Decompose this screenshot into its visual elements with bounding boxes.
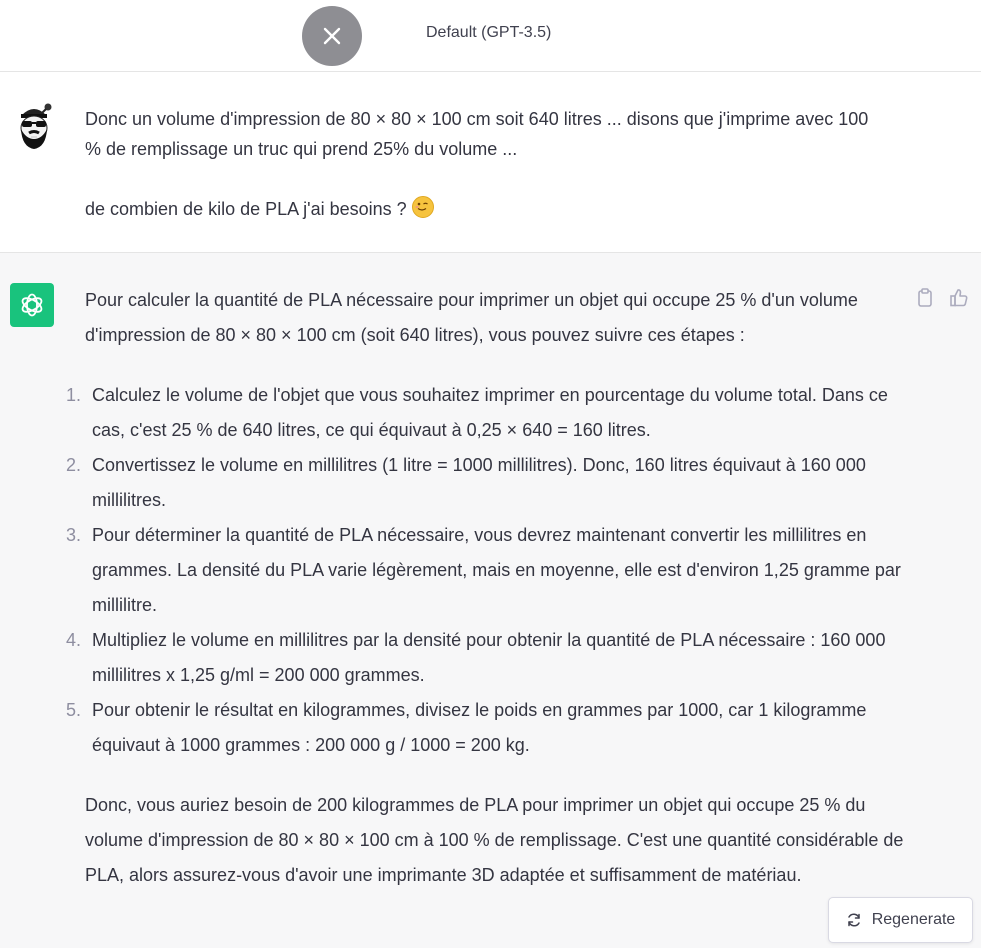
list-item-number: 5. [66, 700, 82, 720]
steps-list: 1. Calculez le volume de l'objet que vous… [66, 378, 905, 763]
list-item-text: Pour déterminer la quantité de PLA néces… [92, 525, 901, 615]
list-item: 5. Pour obtenir le résultat en kilogramme… [66, 693, 905, 763]
list-item: 2. Convertissez le volume en millilitres … [66, 448, 905, 518]
user-avatar [12, 101, 56, 151]
openai-logo-icon [10, 283, 54, 327]
list-item-number: 4. [66, 630, 82, 650]
list-item-number: 1. [66, 385, 82, 405]
list-item-number: 2. [66, 455, 82, 475]
user-message-text: Donc un volume d'impression de 80 × 80 ×… [85, 104, 885, 224]
wink-emoji [411, 196, 434, 218]
close-icon [323, 27, 341, 45]
list-item-text: Multipliez le volume en millilitres par … [92, 630, 886, 685]
regenerate-label: Regenerate [871, 911, 956, 928]
copy-icon[interactable] [915, 287, 935, 309]
message-actions [915, 287, 969, 309]
list-item-text: Calculez le volume de l'objet que vous s… [92, 385, 888, 440]
close-button[interactable] [302, 6, 362, 66]
list-item: 1. Calculez le volume de l'objet que vous… [66, 378, 905, 448]
list-item: 4. Multipliez le volume en millilitres pa… [66, 623, 905, 693]
assistant-message-text: Pour calculer la quantité de PLA nécessa… [66, 283, 905, 893]
top-bar: Default (GPT-3.5) [0, 0, 981, 72]
thumbs-up-icon[interactable] [949, 287, 969, 309]
list-item: 3. Pour déterminer la quantité de PLA néc… [66, 518, 905, 623]
assistant-conclusion: Donc, vous auriez besoin de 200 kilogram… [85, 795, 904, 885]
user-paragraph: Donc un volume d'impression de 80 × 80 ×… [85, 109, 869, 159]
refresh-icon [847, 913, 860, 927]
model-title: Default (GPT-3.5) [426, 24, 552, 41]
list-item-text: Pour obtenir le résultat en kilogrammes,… [92, 700, 867, 755]
regenerate-button[interactable]: Regenerate [828, 897, 973, 943]
list-item-number: 3. [66, 525, 82, 545]
user-question-text: de combien de kilo de PLA j'ai besoins ? [85, 199, 407, 219]
list-item-text: Convertissez le volume en millilitres (1… [92, 455, 866, 510]
assistant-intro: Pour calculer la quantité de PLA nécessa… [85, 290, 858, 345]
user-question: de combien de kilo de PLA j'ai besoins ? [85, 194, 885, 224]
